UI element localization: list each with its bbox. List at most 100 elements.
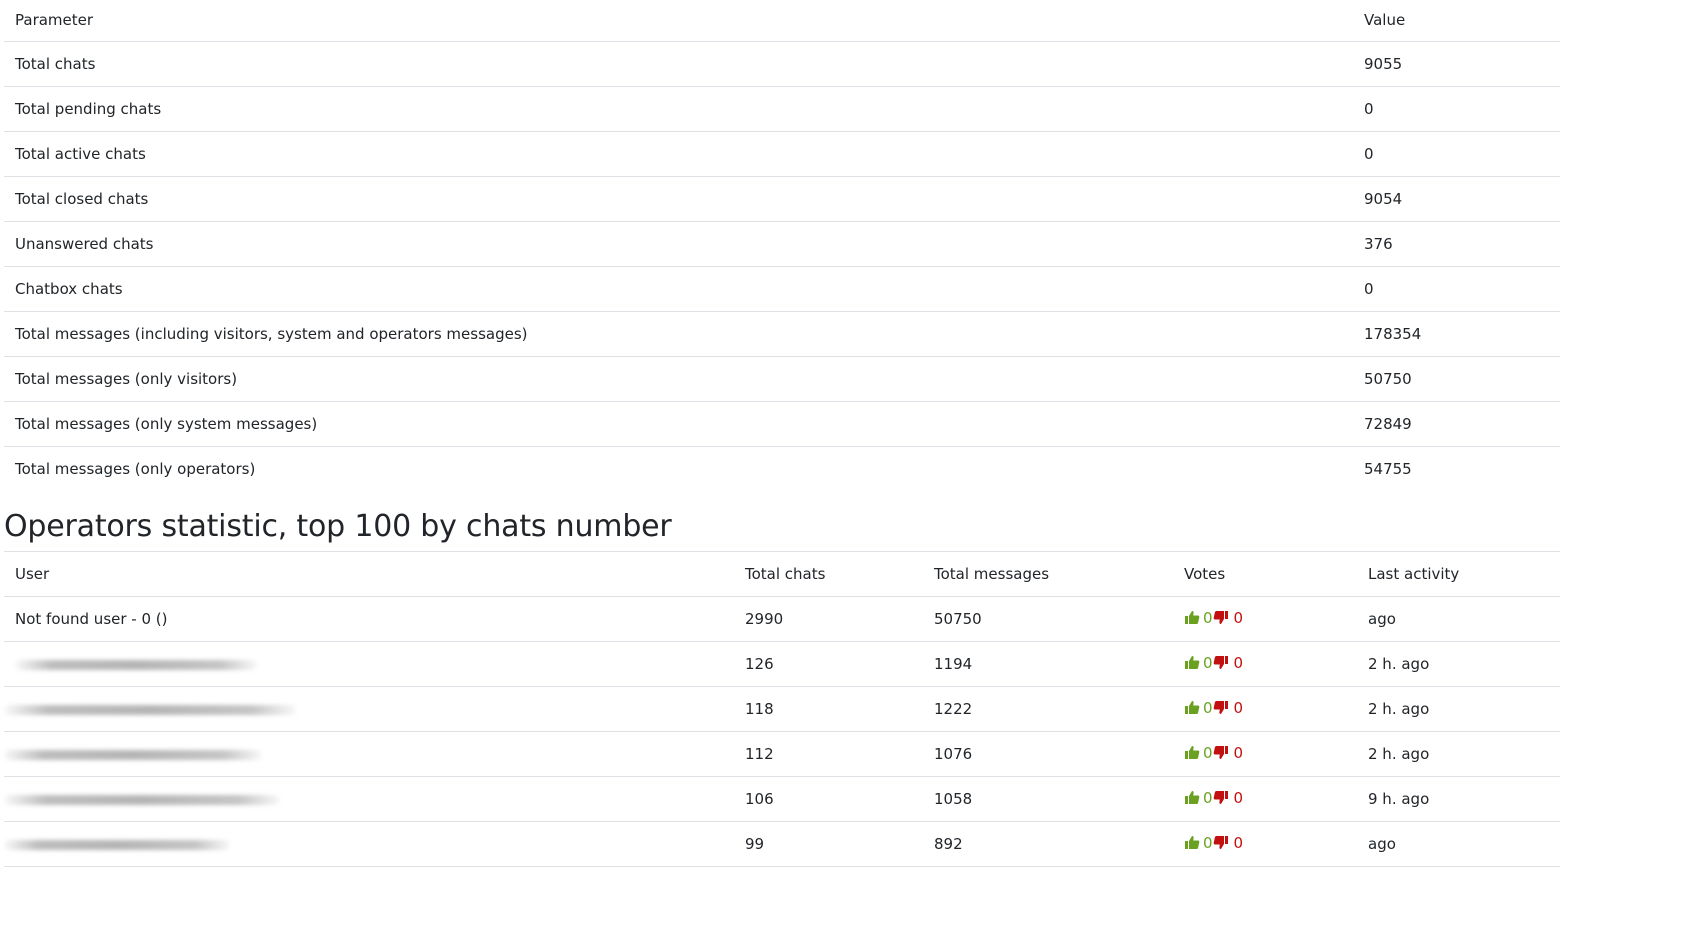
summary-label: Chatbox chats bbox=[15, 279, 123, 298]
thumbs-up-icon bbox=[1184, 700, 1200, 715]
summary-row: Total chats 9055 bbox=[4, 41, 1560, 86]
votes-down-count: 0 bbox=[1233, 833, 1244, 852]
operator-row: 112 1076 0 0 2 h. ago bbox=[4, 732, 1560, 777]
thumbs-down-icon bbox=[1213, 790, 1229, 805]
thumbs-up-icon bbox=[1184, 745, 1200, 760]
operator-user bbox=[4, 687, 734, 732]
redacted-username bbox=[4, 839, 230, 850]
operator-row: 99 892 0 0 ago bbox=[4, 822, 1560, 867]
thumbs-down-icon bbox=[1213, 745, 1229, 760]
operator-total-chats: 2990 bbox=[745, 610, 784, 628]
total-messages-header: Total messages bbox=[934, 565, 1050, 583]
summary-label: Total messages (including visitors, syst… bbox=[15, 324, 528, 343]
summary-row: Chatbox chats 0 bbox=[4, 266, 1560, 311]
summary-row: Total messages (only system messages) 72… bbox=[4, 401, 1560, 446]
thumbs-down-icon bbox=[1213, 610, 1229, 625]
operator-total-chats: 118 bbox=[745, 700, 774, 718]
operator-votes: 0 0 bbox=[1173, 687, 1357, 732]
votes-header: Votes bbox=[1184, 565, 1226, 583]
operator-total-messages: 50750 bbox=[934, 610, 982, 628]
redacted-username bbox=[15, 659, 257, 670]
operator-votes: 0 0 bbox=[1173, 777, 1357, 822]
summary-label: Unanswered chats bbox=[15, 234, 154, 253]
operator-user bbox=[4, 732, 734, 777]
votes-down-count: 0 bbox=[1233, 788, 1244, 807]
summary-label: Total messages (only system messages) bbox=[15, 414, 318, 433]
operator-total-messages: 1194 bbox=[934, 655, 973, 673]
thumbs-down-icon bbox=[1213, 700, 1229, 715]
thumbs-up-icon bbox=[1184, 835, 1200, 850]
operators-section-title: Operators statistic, top 100 by chats nu… bbox=[4, 509, 672, 544]
thumbs-up-icon bbox=[1184, 790, 1200, 805]
operator-total-messages: 1058 bbox=[934, 790, 973, 808]
summary-value: 9055 bbox=[1364, 54, 1403, 73]
operator-user: Not found user - 0 () bbox=[15, 610, 168, 628]
summary-label: Total messages (only visitors) bbox=[15, 369, 238, 388]
operator-total-chats: 106 bbox=[745, 790, 774, 808]
user-header: User bbox=[15, 565, 50, 583]
operator-last-activity: ago bbox=[1368, 610, 1396, 628]
operator-last-activity: 2 h. ago bbox=[1368, 745, 1430, 763]
votes-down-count: 0 bbox=[1233, 743, 1244, 762]
summary-label: Total pending chats bbox=[15, 99, 162, 118]
summary-header-row: Parameter Value bbox=[4, 0, 1560, 41]
summary-row: Unanswered chats 376 bbox=[4, 221, 1560, 266]
operators-header-row: User Total chats Total messages Votes La… bbox=[4, 552, 1560, 597]
summary-value: 72849 bbox=[1364, 414, 1412, 433]
operator-votes: 0 0 bbox=[1173, 642, 1357, 687]
operator-row: 126 1194 0 0 2 h. ago bbox=[4, 642, 1560, 687]
summary-value: 9054 bbox=[1364, 189, 1403, 208]
operator-votes: 0 0 bbox=[1173, 597, 1357, 642]
votes-up-count: 0 bbox=[1203, 653, 1213, 672]
summary-value: 178354 bbox=[1364, 324, 1422, 343]
votes-down-count: 0 bbox=[1233, 608, 1244, 627]
redacted-username bbox=[4, 749, 262, 760]
last-activity-header: Last activity bbox=[1368, 565, 1460, 583]
summary-value: 0 bbox=[1364, 99, 1374, 118]
votes-up-count: 0 bbox=[1203, 743, 1213, 762]
operator-total-messages: 1222 bbox=[934, 700, 973, 718]
operators-table: User Total chats Total messages Votes La… bbox=[4, 551, 1560, 867]
statistics-page: Parameter Value Total chats 9055 Total p… bbox=[0, 0, 1700, 952]
operator-row: 106 1058 0 0 9 h. ago bbox=[4, 777, 1560, 822]
votes-up-count: 0 bbox=[1203, 608, 1213, 627]
value-header: Value bbox=[1364, 11, 1406, 30]
summary-row: Total messages (including visitors, syst… bbox=[4, 311, 1560, 356]
summary-value: 0 bbox=[1364, 279, 1374, 298]
operator-total-messages: 1076 bbox=[934, 745, 973, 763]
summary-row: Total pending chats 0 bbox=[4, 86, 1560, 131]
operator-last-activity: 2 h. ago bbox=[1368, 700, 1430, 718]
votes-up-count: 0 bbox=[1203, 698, 1213, 717]
summary-row: Total messages (only operators) 54755 bbox=[4, 446, 1560, 491]
operator-last-activity: ago bbox=[1368, 835, 1396, 853]
summary-row: Total messages (only visitors) 50750 bbox=[4, 356, 1560, 401]
operator-total-chats: 112 bbox=[745, 745, 774, 763]
summary-label: Total messages (only operators) bbox=[15, 459, 256, 478]
summary-row: Total closed chats 9054 bbox=[4, 176, 1560, 221]
summary-row: Total active chats 0 bbox=[4, 131, 1560, 176]
operator-last-activity: 2 h. ago bbox=[1368, 655, 1430, 673]
total-chats-header: Total chats bbox=[745, 565, 826, 583]
parameter-header: Parameter bbox=[15, 11, 94, 30]
operator-row: 118 1222 0 0 2 h. ago bbox=[4, 687, 1560, 732]
summary-label: Total chats bbox=[15, 54, 96, 73]
operator-user bbox=[4, 777, 734, 822]
operator-row: Not found user - 0 () 2990 50750 0 0 ago bbox=[4, 597, 1560, 642]
summary-label: Total closed chats bbox=[15, 189, 149, 208]
summary-table: Parameter Value Total chats 9055 Total p… bbox=[4, 0, 1560, 491]
summary-value: 0 bbox=[1364, 144, 1374, 163]
summary-label: Total active chats bbox=[15, 144, 146, 163]
votes-down-count: 0 bbox=[1233, 653, 1244, 672]
votes-up-count: 0 bbox=[1203, 833, 1213, 852]
summary-value: 376 bbox=[1364, 234, 1393, 253]
thumbs-up-icon bbox=[1184, 610, 1200, 625]
operator-total-chats: 126 bbox=[745, 655, 774, 673]
operator-user bbox=[4, 822, 734, 867]
redacted-username bbox=[4, 704, 296, 715]
votes-down-count: 0 bbox=[1233, 698, 1244, 717]
operator-total-chats: 99 bbox=[745, 835, 765, 853]
operator-votes: 0 0 bbox=[1173, 732, 1357, 777]
operator-user bbox=[4, 642, 734, 687]
votes-up-count: 0 bbox=[1203, 788, 1213, 807]
summary-value: 54755 bbox=[1364, 459, 1412, 478]
